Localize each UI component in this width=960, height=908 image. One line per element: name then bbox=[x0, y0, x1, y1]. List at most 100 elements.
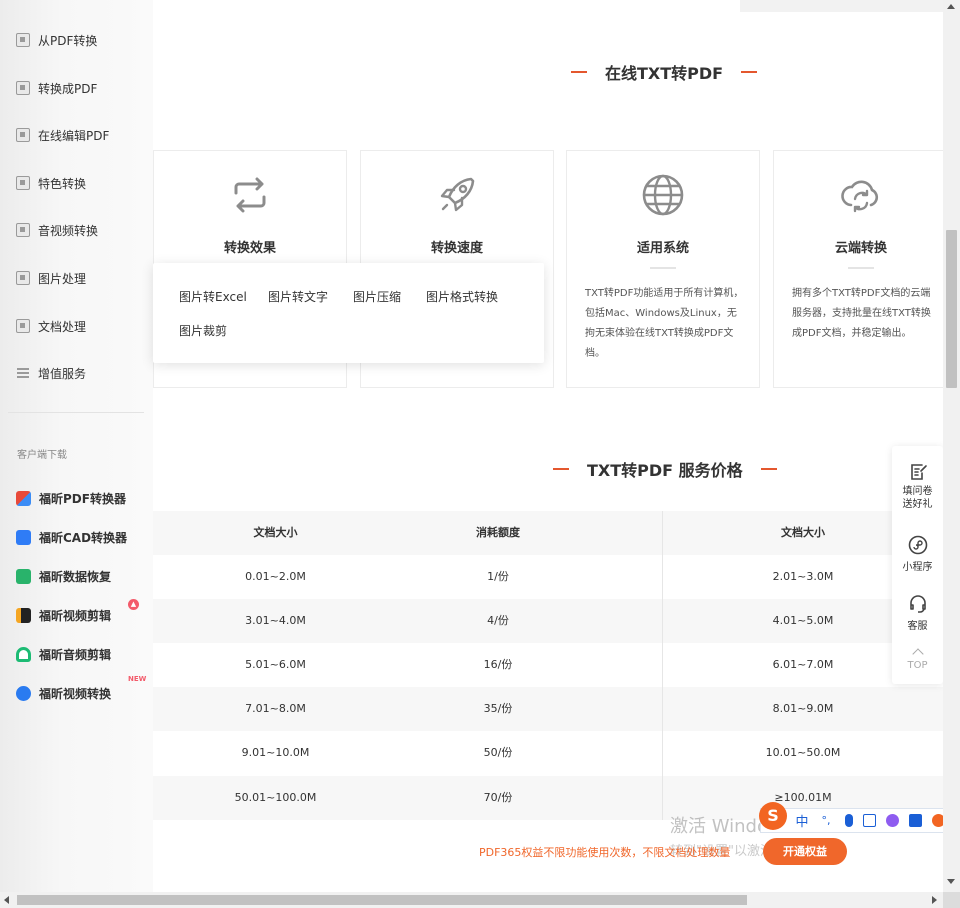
card-title: 适用系统 bbox=[636, 241, 689, 256]
table-cell: 7.01~8.0M bbox=[245, 702, 306, 715]
download-item-label: 福昕数据恢复 bbox=[39, 569, 112, 584]
scrollbar-corner bbox=[943, 892, 960, 908]
image-process-dropdown: 图片转Excel 图片转文字 图片压缩 图片格式转换 图片裁剪 bbox=[153, 263, 544, 363]
table-cell: 3.01~4.0M bbox=[245, 614, 306, 627]
download-video-editor[interactable]: 福昕视频剪辑 ▲ bbox=[16, 599, 139, 625]
table-cell: 50.01~100.0M bbox=[234, 791, 317, 804]
sidebar-item-label: 文档处理 bbox=[38, 319, 87, 334]
sidebar-item-media-convert[interactable]: 音视频转换 bbox=[16, 220, 98, 240]
sidebar-divider bbox=[8, 412, 144, 413]
table-cell: 70/份 bbox=[483, 791, 513, 804]
section-title-price: TXT转PDF 服务价格 bbox=[535, 457, 795, 481]
media-convert-icon bbox=[16, 223, 30, 237]
sidebar: 从PDF转换 转换成PDF 在线编辑PDF 特色转换 音视频转换 图片处理 文档… bbox=[0, 0, 153, 892]
data-recovery-app-icon bbox=[16, 568, 31, 584]
table-cell: 50/份 bbox=[483, 746, 513, 759]
vertical-scroll-thumb[interactable] bbox=[946, 230, 957, 388]
horizontal-scrollbar[interactable] bbox=[0, 892, 943, 908]
download-audio-editor[interactable]: 福昕音频剪辑 bbox=[16, 644, 111, 664]
scroll-down-arrow-icon[interactable] bbox=[947, 879, 955, 884]
keyboard-icon[interactable] bbox=[863, 814, 876, 827]
special-convert-icon bbox=[16, 176, 30, 190]
scroll-right-arrow-icon[interactable] bbox=[932, 896, 937, 904]
survey-icon bbox=[910, 464, 927, 480]
dropdown-item-image-to-text[interactable]: 图片转文字 bbox=[268, 288, 328, 305]
sidebar-item-label: 特色转换 bbox=[38, 176, 87, 191]
download-item-label: 福昕PDF转换器 bbox=[39, 491, 126, 506]
dropdown-item-image-format[interactable]: 图片格式转换 bbox=[426, 288, 498, 305]
headset-icon bbox=[909, 595, 926, 613]
horizontal-scroll-thumb[interactable] bbox=[17, 895, 747, 905]
customer-service-button[interactable]: 客服 bbox=[892, 594, 943, 632]
microphone-icon[interactable] bbox=[845, 814, 853, 827]
sidebar-item-edit-pdf[interactable]: 在线编辑PDF bbox=[16, 125, 109, 145]
survey-label: 填问卷 送好礼 bbox=[902, 486, 933, 510]
sidebar-item-to-pdf[interactable]: 转换成PDF bbox=[16, 78, 97, 98]
survey-button[interactable]: 填问卷 送好礼 bbox=[892, 462, 943, 511]
audio-editor-app-icon bbox=[16, 646, 31, 662]
table-header: 文档大小 消耗额度 文档大小 bbox=[153, 511, 943, 555]
table-cell: 1/份 bbox=[487, 570, 509, 583]
table-cell: 16/份 bbox=[483, 658, 513, 671]
sidebar-item-image-process[interactable]: 图片处理 bbox=[16, 268, 86, 288]
scroll-left-arrow-icon[interactable] bbox=[4, 896, 9, 904]
download-item-label: 福昕音频剪辑 bbox=[39, 647, 112, 662]
table-cell: 0.01~2.0M bbox=[245, 570, 306, 583]
card-desc: TXT转PDF功能适用于所有计算机，包括Mac、Windows及Linux，无拘… bbox=[585, 288, 744, 359]
download-data-recovery[interactable]: 福昕数据恢复 bbox=[16, 566, 111, 586]
to-pdf-icon bbox=[16, 81, 30, 95]
mini-program-label: 小程序 bbox=[902, 562, 933, 573]
sidebar-item-label: 转换成PDF bbox=[38, 81, 98, 96]
toolbox-icon[interactable] bbox=[909, 814, 922, 827]
download-caption: 客户端下载 bbox=[17, 450, 67, 461]
globe-icon bbox=[642, 174, 684, 216]
table-row: 3.01~4.0M 4/份 4.01~5.0M bbox=[153, 599, 943, 643]
top-label: TOP bbox=[907, 660, 928, 671]
cad-converter-app-icon bbox=[16, 529, 31, 545]
sogou-logo-icon[interactable]: S bbox=[759, 801, 787, 830]
convert-arrows-icon bbox=[234, 177, 266, 213]
download-item-label: 福昕CAD转换器 bbox=[39, 530, 128, 545]
sidebar-item-from-pdf[interactable]: 从PDF转换 bbox=[16, 30, 97, 50]
scroll-up-arrow-icon[interactable] bbox=[947, 4, 955, 9]
sidebar-item-special-convert[interactable]: 特色转换 bbox=[16, 173, 86, 193]
mini-program-icon bbox=[908, 535, 927, 555]
table-cell: 9.01~10.0M bbox=[241, 746, 310, 759]
page: 从PDF转换 转换成PDF 在线编辑PDF 特色转换 音视频转换 图片处理 文档… bbox=[0, 0, 960, 908]
download-cad-converter[interactable]: 福昕CAD转换器 bbox=[16, 527, 127, 547]
card-underline bbox=[650, 267, 676, 269]
sidebar-item-label: 增值服务 bbox=[38, 366, 87, 381]
dropdown-item-image-crop[interactable]: 图片裁剪 bbox=[179, 322, 227, 339]
sidebar-item-label: 在线编辑PDF bbox=[38, 128, 110, 143]
card-desc: 拥有多个TXT转PDF文档的云端服务器，支持批量在线TXT转换成PDF文档，并稳… bbox=[792, 288, 931, 339]
edit-pdf-icon bbox=[16, 128, 30, 142]
ime-mode-toggle[interactable]: 中 bbox=[793, 811, 811, 830]
feature-card-systems: 适用系统 TXT转PDF功能适用于所有计算机，包括Mac、Windows及Lin… bbox=[566, 150, 760, 388]
ime-punct-toggle[interactable]: °, bbox=[817, 814, 835, 827]
card-title: 转换效果 bbox=[223, 241, 276, 256]
card-title: 转换速度 bbox=[430, 241, 483, 256]
table-row: 7.01~8.0M 35/份 8.01~9.0M bbox=[153, 687, 943, 731]
header-size-left: 文档大小 bbox=[253, 526, 298, 539]
floating-panel: 填问卷 送好礼 小程序 客服 TOP bbox=[892, 446, 943, 684]
vertical-scrollbar[interactable] bbox=[943, 0, 960, 892]
section-title-text: TXT转PDF 服务价格 bbox=[587, 461, 743, 480]
top-strip bbox=[740, 0, 943, 12]
table-column-divider bbox=[662, 511, 663, 820]
back-to-top-button[interactable]: TOP bbox=[892, 646, 943, 671]
skin-icon[interactable] bbox=[886, 814, 899, 827]
feature-card-cloud: 云端转换 拥有多个TXT转PDF文档的云端服务器，支持批量在线TXT转换成PDF… bbox=[773, 150, 948, 388]
table-row: 0.01~2.0M 1/份 2.01~3.0M bbox=[153, 555, 943, 599]
dropdown-item-image-compress[interactable]: 图片压缩 bbox=[353, 288, 401, 305]
new-badge: NEW bbox=[128, 675, 147, 683]
open-benefits-button[interactable]: 开通权益 bbox=[763, 838, 847, 865]
image-process-icon bbox=[16, 271, 30, 285]
sidebar-item-value-service[interactable]: 增值服务 bbox=[16, 363, 86, 383]
download-video-converter[interactable]: 福昕视频转换 NEW bbox=[16, 675, 146, 703]
sidebar-item-label: 图片处理 bbox=[38, 271, 87, 286]
dropdown-item-image-to-excel[interactable]: 图片转Excel bbox=[179, 288, 247, 305]
sidebar-item-document-process[interactable]: 文档处理 bbox=[16, 316, 86, 336]
mini-program-button[interactable]: 小程序 bbox=[892, 535, 943, 573]
download-pdf-converter[interactable]: 福昕PDF转换器 bbox=[16, 488, 126, 508]
card-underline bbox=[848, 267, 874, 269]
